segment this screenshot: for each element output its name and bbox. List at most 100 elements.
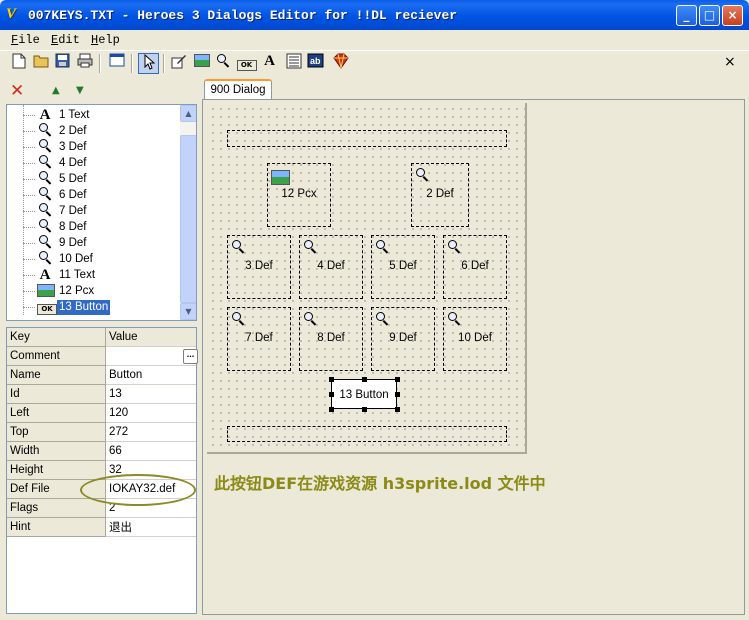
prop-key: Width (7, 442, 106, 461)
tree-scrollbar[interactable]: ▲ ▼ (180, 105, 196, 320)
comment-edit-button[interactable]: ... (183, 349, 198, 364)
resize-handle[interactable] (395, 392, 400, 397)
tree-item-label: 11 Text (59, 269, 96, 281)
text-frame-bottom[interactable] (227, 426, 507, 442)
magnifier-icon (376, 312, 389, 328)
new-file-icon[interactable] (8, 53, 29, 74)
move-up-icon[interactable]: ▲ (52, 82, 60, 100)
resize-handle[interactable] (395, 407, 400, 412)
annotation-caption: 此按钮DEF在游戏资源 h3sprite.lod 文件中 (214, 474, 546, 493)
text-a-icon[interactable]: A (259, 53, 280, 74)
tree-item-def[interactable]: 5 Def (7, 171, 179, 187)
app-icon: V (6, 6, 17, 22)
tree-item-label: 3 Def (59, 141, 87, 153)
tree-item-pcx[interactable]: 12 Pcx (7, 283, 179, 299)
magnifier-icon (37, 187, 53, 203)
minimize-button[interactable]: _ (676, 5, 697, 26)
prop-key: Height (7, 461, 106, 480)
magnifier-icon (232, 240, 245, 256)
resize-handle[interactable] (362, 407, 367, 412)
gem-icon[interactable] (330, 53, 351, 74)
tree-item-def[interactable]: 6 Def (7, 187, 179, 203)
tree-item-button[interactable]: OK 13 Button (7, 299, 179, 315)
pcx-image-icon (271, 169, 290, 188)
pcx-image-icon[interactable] (191, 53, 212, 74)
def-box[interactable]: 9 Def (371, 307, 435, 371)
prop-key: Flags (7, 499, 106, 518)
magnifier-icon (37, 123, 53, 139)
title-bar[interactable]: V 007KEYS.TXT - Heroes 3 Dialogs Editor … (0, 0, 749, 30)
prop-header-key: Key (7, 328, 106, 347)
edit-pen-icon[interactable] (168, 53, 189, 74)
tree-item-label: 10 Def (59, 253, 93, 265)
prop-value-width[interactable]: 66 (106, 442, 196, 461)
tree-item-def[interactable]: 10 Def (7, 251, 179, 267)
magnifier-icon (232, 312, 245, 328)
list-icon[interactable] (283, 53, 304, 74)
menu-file[interactable]: File (11, 33, 40, 47)
def-box[interactable]: 8 Def (299, 307, 363, 371)
close-button[interactable]: × (722, 5, 743, 26)
def-label: 9 Def (389, 332, 417, 344)
tree-toolbar: ✕ ▲ ▼ (0, 80, 200, 102)
def-box[interactable]: 3 Def (227, 235, 291, 299)
def-box[interactable]: 4 Def (299, 235, 363, 299)
def-label: 10 Def (458, 332, 492, 344)
resize-handle[interactable] (395, 377, 400, 382)
prop-value-left[interactable]: 120 (106, 404, 196, 423)
maximize-button[interactable]: □ (699, 5, 720, 26)
dialog-window-icon[interactable] (106, 53, 127, 74)
resize-handle[interactable] (329, 407, 334, 412)
menu-help[interactable]: Help (91, 33, 120, 47)
tree-item-def[interactable]: 2 Def (7, 123, 179, 139)
tree-item-def[interactable]: 3 Def (7, 139, 179, 155)
prop-value-top[interactable]: 272 (106, 423, 196, 442)
tree-item-def[interactable]: 9 Def (7, 235, 179, 251)
prop-value-id[interactable]: 13 (106, 385, 196, 404)
save-icon[interactable] (52, 53, 73, 74)
prop-value-name[interactable]: Button (106, 366, 196, 385)
tree-item-label: 7 Def (59, 205, 87, 217)
textbox-ab-icon[interactable]: ab (305, 53, 326, 74)
tree-item-label: 12 Pcx (59, 285, 95, 297)
tree-item-text[interactable]: A 11 Text (7, 267, 179, 283)
scroll-down-button[interactable]: ▼ (180, 303, 196, 320)
def-box[interactable]: 5 Def (371, 235, 435, 299)
close-icon[interactable]: × (724, 55, 738, 69)
def-box[interactable]: 7 Def (227, 307, 291, 371)
tree-item-def[interactable]: 8 Def (7, 219, 179, 235)
tree-item-label: 9 Def (59, 237, 87, 249)
ok-button-icon[interactable]: OK (236, 53, 257, 74)
tab-900-dialog[interactable]: 900 Dialog (204, 79, 272, 100)
scroll-thumb[interactable] (180, 135, 196, 303)
tree-item-text[interactable]: A 1 Text (7, 107, 179, 123)
pcx-box[interactable]: 12 Pcx (267, 163, 331, 227)
delete-icon[interactable]: ✕ (10, 82, 24, 100)
menu-edit[interactable]: Edit (51, 33, 80, 47)
move-down-icon[interactable]: ▼ (76, 82, 84, 100)
scroll-up-button[interactable]: ▲ (180, 105, 196, 122)
def-box[interactable]: 2 Def (411, 163, 469, 227)
prop-key: Hint (7, 518, 106, 537)
tree-item-label: 13 Button (57, 300, 111, 315)
prop-value-hint[interactable]: 退出 (106, 518, 196, 537)
def-magnifier-icon[interactable] (213, 53, 234, 74)
def-box[interactable]: 6 Def (443, 235, 507, 299)
def-label: 8 Def (317, 332, 345, 344)
print-icon[interactable] (74, 53, 95, 74)
panel-splitter[interactable] (198, 78, 201, 618)
magnifier-icon (37, 155, 53, 171)
tree-item-def[interactable]: 4 Def (7, 155, 179, 171)
def-box[interactable]: 10 Def (443, 307, 507, 371)
prop-key: Name (7, 366, 106, 385)
text-frame-top[interactable] (227, 130, 507, 147)
tree-item-def[interactable]: 7 Def (7, 203, 179, 219)
prop-key: Comment (7, 347, 106, 366)
open-folder-icon[interactable] (30, 53, 51, 74)
resize-handle[interactable] (362, 377, 367, 382)
selected-button-element[interactable]: 13 Button (331, 379, 397, 409)
pointer-icon[interactable] (138, 53, 159, 74)
element-tree[interactable]: A 1 Text 2 Def 3 Def 4 Def 5 Def 6 Def 7… (6, 104, 197, 321)
resize-handle[interactable] (329, 377, 334, 382)
resize-handle[interactable] (329, 392, 334, 397)
